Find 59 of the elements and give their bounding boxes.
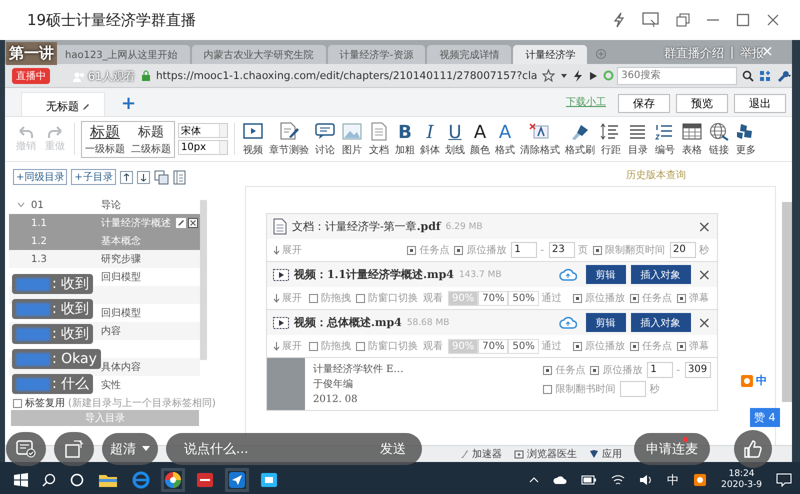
hint-text: (新建目录与上一个目录标签相同): [68, 396, 216, 410]
book-title: 计量经济学软件 E…: [313, 362, 404, 376]
option-text: 秒: [699, 244, 709, 257]
option-label: 限制翻页时间: [605, 244, 665, 257]
chat-text: : 什么: [52, 375, 90, 393]
option-label: 弹幕: [689, 340, 709, 353]
heading-label: 一级标题: [85, 142, 125, 156]
option-label: 标签复用: [25, 396, 65, 410]
chapter-title: 实性: [101, 378, 121, 392]
option-label: 原位播放: [585, 292, 625, 305]
chat-text: : 收到: [52, 325, 90, 343]
option-text: 观看: [423, 340, 443, 353]
chapter-title: 内容: [101, 324, 121, 338]
option-label: 防窗口切换: [368, 340, 418, 353]
resource-title: 文档：计量经济学-第一章.pdf: [292, 219, 441, 234]
option-label: 弹幕: [689, 292, 709, 305]
option-text: -: [676, 364, 680, 376]
option-label: 原位播放: [602, 364, 642, 377]
heading-label: 二级标题: [131, 142, 171, 156]
chapter-title: 导论: [101, 199, 121, 212]
option-text: 秒: [649, 382, 660, 396]
like-count: 赞 4: [750, 408, 780, 427]
chapter-number: 01: [31, 200, 44, 210]
option-text: -: [540, 244, 544, 256]
book-detail: 2012. 08: [313, 392, 359, 406]
option-label: 原位播放: [466, 244, 506, 257]
chapter-title: 回归模型: [101, 306, 141, 320]
book-detail: 于俊年编: [313, 378, 354, 392]
resource-title: 视频：1.1计量经济学概述.mp4: [294, 267, 454, 282]
option-text: 观看: [423, 292, 443, 305]
option-label: 任务点: [642, 340, 672, 353]
lecture-title: 第一讲: [6, 42, 57, 65]
option-label: 防拖拽: [321, 292, 351, 305]
separator: |: [730, 45, 734, 61]
viewer-count: 61人观看: [72, 69, 135, 84]
option-label: 任务点: [642, 292, 672, 305]
file-size: 143.7 MB: [458, 270, 502, 280]
option-text: 通过: [542, 292, 562, 305]
live-badge: 直播中: [12, 68, 50, 84]
option-label: 防窗口切换: [368, 292, 418, 305]
chapter-number: 1.1: [31, 218, 47, 228]
option-label: 任务点: [419, 244, 450, 257]
window-title: 19硕士计量经济学群直播: [27, 10, 198, 30]
resource-title: 视频：总体概述.mp4: [294, 315, 402, 330]
option-label: 任务点: [555, 364, 586, 377]
option-text: 页: [578, 244, 588, 257]
option-label: 防拖拽: [321, 340, 351, 353]
chapter-title: 回归模型: [101, 270, 141, 284]
file-size: 6.29 MB: [446, 222, 483, 232]
option-label: 限制翻书时间: [555, 382, 616, 396]
option-text: 通过: [542, 340, 562, 353]
chapter-title: 计量经济学概述: [101, 216, 171, 230]
file-size: 58.68 MB: [406, 318, 450, 328]
chapter-title: 研究步骤: [101, 252, 141, 266]
chapter-number: 1.2: [31, 236, 47, 246]
chapter-number: 1.3: [31, 254, 47, 264]
option-label: 原位播放: [585, 340, 625, 353]
chapter-title: 基本概念: [101, 234, 141, 248]
chapter-title: 具体内容: [101, 360, 141, 374]
